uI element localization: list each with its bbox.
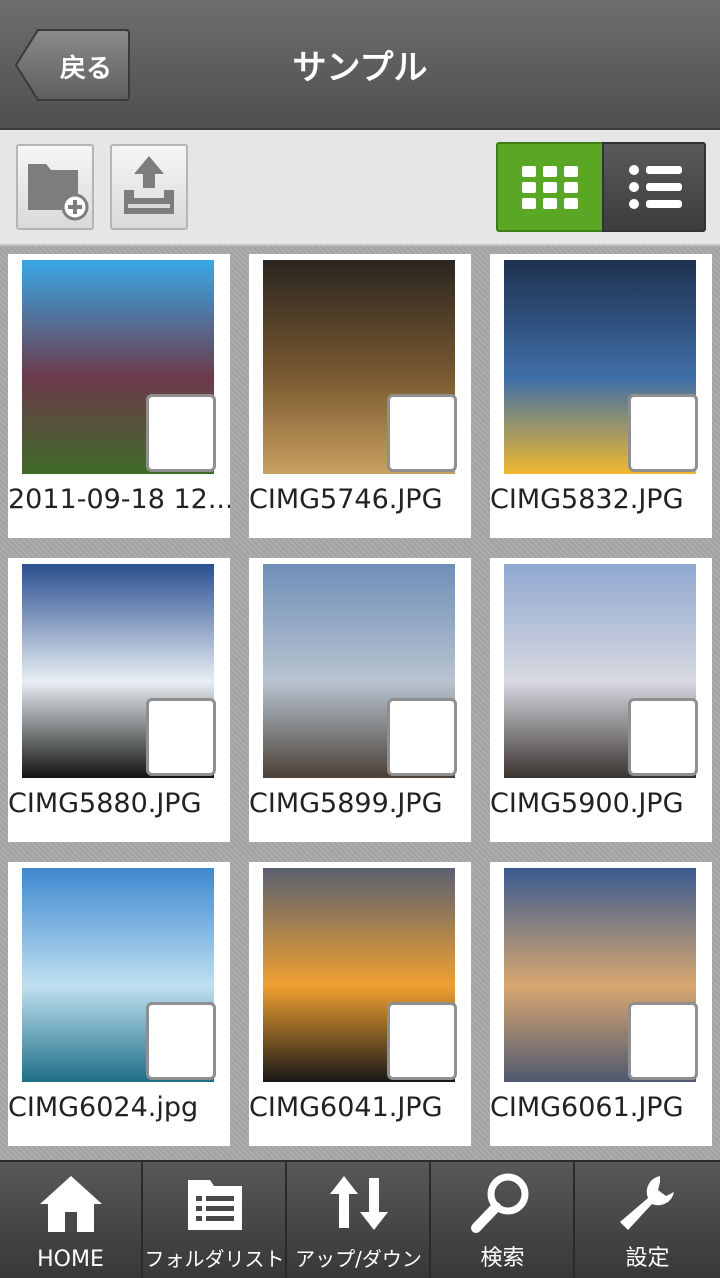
- file-tile[interactable]: CIMG5900.JPG: [490, 558, 712, 842]
- nav-label: フォルダリスト: [144, 1247, 285, 1271]
- grid-view-toggle[interactable]: [496, 142, 604, 232]
- nav-label: 検索: [480, 1246, 525, 1271]
- file-name: CIMG5880.JPG: [8, 788, 202, 819]
- select-checkbox[interactable]: [387, 1002, 457, 1080]
- file-tile[interactable]: CIMG5899.JPG: [249, 558, 471, 842]
- file-tile[interactable]: 2011-09-18 12...: [8, 254, 230, 538]
- file-tile[interactable]: CIMG5832.JPG: [490, 254, 712, 538]
- file-tile[interactable]: CIMG6061.JPG: [490, 862, 712, 1146]
- select-checkbox[interactable]: [628, 1002, 698, 1080]
- file-grid: 2011-09-18 12... CIMG5746.JPG CIMG5832.JPG…: [0, 248, 720, 1158]
- select-checkbox[interactable]: [628, 394, 698, 472]
- list-view-icon: [629, 165, 682, 209]
- nav-label: 設定: [625, 1246, 670, 1271]
- select-checkbox[interactable]: [146, 394, 216, 472]
- folder-add-icon: [28, 164, 89, 221]
- file-tile[interactable]: CIMG5880.JPG: [8, 558, 230, 842]
- nav-search[interactable]: 検索: [432, 1162, 575, 1278]
- file-name: CIMG6041.JPG: [249, 1092, 443, 1123]
- file-name: CIMG5900.JPG: [490, 788, 684, 819]
- page-title: サンプル: [292, 48, 428, 88]
- new-folder-button[interactable]: [16, 144, 94, 230]
- select-checkbox[interactable]: [146, 1002, 216, 1080]
- grid-view-icon: [522, 166, 578, 209]
- nav-folder-list[interactable]: フォルダリスト: [144, 1162, 287, 1278]
- list-view-toggle[interactable]: [602, 142, 706, 232]
- upload-button[interactable]: [110, 144, 188, 230]
- file-tile[interactable]: CIMG5746.JPG: [249, 254, 471, 538]
- file-name: CIMG6024.jpg: [8, 1092, 199, 1123]
- file-tile[interactable]: CIMG6024.jpg: [8, 862, 230, 1146]
- file-name: CIMG6061.JPG: [490, 1092, 684, 1123]
- select-checkbox[interactable]: [628, 698, 698, 776]
- app-header: 戻る サンプル: [0, 0, 720, 130]
- nav-home[interactable]: HOME: [0, 1162, 143, 1278]
- toolbar: [0, 130, 720, 246]
- upload-tray-icon: [124, 156, 174, 214]
- nav-label: HOME: [37, 1247, 104, 1272]
- bottom-navigation: HOME フォルダリスト アップ/ダウン 検索 設定: [0, 1160, 720, 1278]
- select-checkbox[interactable]: [387, 698, 457, 776]
- file-tile[interactable]: CIMG6041.JPG: [249, 862, 471, 1146]
- nav-label: アップ/ダウン: [295, 1247, 422, 1271]
- file-name: CIMG5899.JPG: [249, 788, 443, 819]
- file-name: CIMG5746.JPG: [249, 484, 443, 515]
- nav-up-down-arrows[interactable]: アップ/ダウン: [288, 1162, 431, 1278]
- select-checkbox[interactable]: [146, 698, 216, 776]
- file-name: CIMG5832.JPG: [490, 484, 684, 515]
- file-name: 2011-09-18 12...: [8, 484, 230, 515]
- nav-wrench[interactable]: 設定: [576, 1162, 719, 1278]
- select-checkbox[interactable]: [387, 394, 457, 472]
